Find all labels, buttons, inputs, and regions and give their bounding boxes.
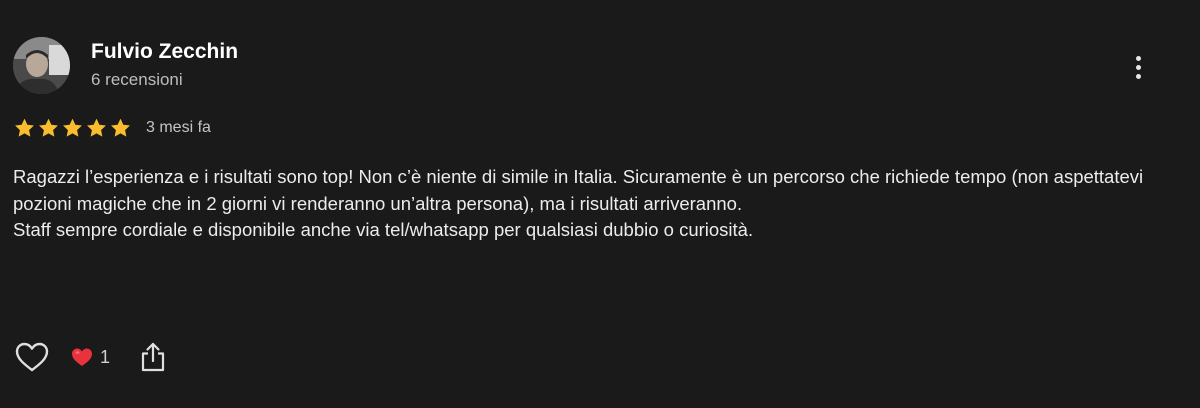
share-icon (141, 342, 165, 372)
share-button[interactable] (138, 338, 168, 376)
review-paragraph: Staff sempre cordiale e disponibile anch… (13, 219, 754, 240)
author-reviews-count: 6 recensioni (91, 70, 183, 89)
heart-reaction[interactable]: 1 (71, 347, 110, 368)
more-dot (1135, 73, 1141, 79)
star-icon (109, 117, 132, 139)
avatar[interactable] (13, 37, 70, 94)
review-actions: 1 (13, 338, 168, 376)
review-date: 3 mesi fa (146, 119, 211, 136)
author-name[interactable]: Fulvio Zecchin (91, 39, 238, 65)
star-icon (13, 117, 36, 139)
star-rating (13, 117, 132, 139)
heart-outline-icon (15, 342, 49, 372)
star-icon (61, 117, 84, 139)
red-heart-icon (72, 348, 92, 366)
more-vertical-icon (1135, 55, 1141, 61)
avatar-image (13, 37, 70, 94)
star-icon (37, 117, 60, 139)
star-icon (85, 117, 108, 139)
reaction-count: 1 (100, 346, 111, 367)
like-button[interactable] (13, 338, 51, 376)
review-paragraph: Ragazzi l’esperienza e i risultati sono … (13, 166, 1144, 214)
review-card: Fulvio Zecchin 6 recensioni 3 mesi fa Ra… (0, 0, 1200, 408)
rating-row: 3 mesi fa (13, 115, 211, 141)
more-dot (1135, 64, 1141, 70)
more-options-button[interactable] (1124, 50, 1152, 84)
review-text: Ragazzi l’esperienza e i risultati sono … (13, 164, 1183, 244)
